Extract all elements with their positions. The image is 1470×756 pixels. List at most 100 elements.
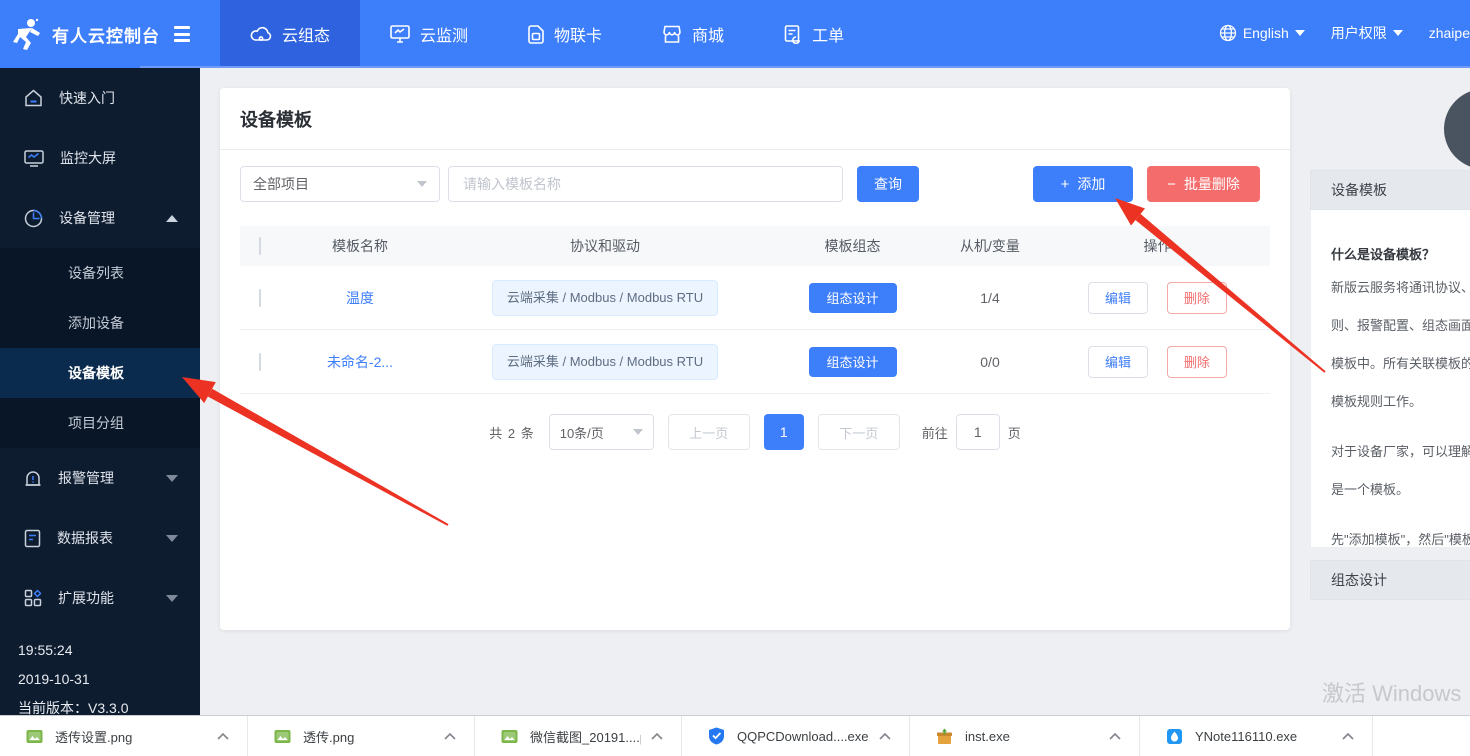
template-table: 模板名称 协议和驱动 模板组态 从机/变量 操作 温度 云端采集 / Modbu… (240, 226, 1270, 394)
template-name-search-input[interactable] (448, 166, 843, 202)
sidebar: 快速入门 监控大屏 设备管理 设备列表 添加设备 设备模板 项目分组 (0, 68, 200, 715)
floating-help-button[interactable] (1444, 89, 1470, 169)
chevron-up-icon[interactable] (879, 733, 891, 740)
help-text-line: 先"添加模板"，然后"模板组 (1331, 521, 1470, 559)
protocol-tag: 云端采集 / Modbus / Modbus RTU (492, 344, 718, 380)
big-screen-icon (24, 149, 44, 167)
plus-icon: + (1061, 177, 1070, 192)
storefront-icon (662, 25, 682, 43)
user-permission-label: 用户权限 (1331, 23, 1387, 43)
chevron-down-icon (633, 429, 643, 435)
help-text-line: 新版云服务将通讯协议、数 (1331, 269, 1470, 307)
config-design-button[interactable]: 组态设计 (809, 283, 897, 313)
tab-mall[interactable]: 商城 (632, 0, 754, 68)
edit-button[interactable]: 编辑 (1088, 346, 1148, 378)
tab-work-order[interactable]: 工单 (754, 0, 874, 68)
divider (220, 149, 1290, 150)
username[interactable]: zhaipe (1429, 25, 1470, 41)
download-item[interactable]: 微信截图_20191....png (475, 716, 682, 756)
sidebar-item-label: 报警管理 (58, 468, 114, 488)
protocol-tag: 云端采集 / Modbus / Modbus RTU (492, 280, 718, 316)
download-item[interactable]: QQPCDownload....exe (682, 716, 910, 756)
chevron-down-icon (166, 535, 178, 542)
language-label: English (1243, 25, 1289, 41)
search-button[interactable]: 查询 (857, 166, 919, 202)
sidebar-item-alarm-management[interactable]: 报警管理 (0, 448, 200, 508)
sidebar-item-add-device[interactable]: 添加设备 (0, 298, 200, 348)
row-checkbox[interactable] (259, 353, 261, 371)
chevron-down-icon (417, 181, 427, 187)
tab-label: 云监测 (420, 22, 468, 46)
tab-label: 物联卡 (554, 22, 602, 46)
chevron-down-icon (166, 595, 178, 602)
home-icon (24, 89, 43, 107)
sidebar-clock: 19:55:24 2019-10-31 当前版本：V3.3.0 (0, 628, 200, 723)
col-operation: 操作 (1045, 236, 1270, 256)
project-select[interactable]: 全部项目 (240, 166, 440, 202)
sidebar-item-quick-start[interactable]: 快速入门 (0, 68, 200, 128)
grid-apps-icon (24, 589, 42, 607)
user-permission-dropdown[interactable]: 用户权限 (1331, 23, 1403, 43)
work-order-icon (784, 25, 802, 44)
template-name-link[interactable]: 温度 (346, 290, 374, 306)
sidebar-item-extensions[interactable]: 扩展功能 (0, 568, 200, 628)
download-item[interactable]: inst.exe (910, 716, 1140, 756)
prev-page-button[interactable]: 上一页 (668, 414, 750, 450)
sidebar-item-data-report[interactable]: 数据报表 (0, 508, 200, 568)
chevron-down-icon (1393, 30, 1403, 36)
delete-button[interactable]: 删除 (1167, 282, 1227, 314)
tab-label: 工单 (812, 22, 844, 46)
help-panel-body: 什么是设备模板？ 新版云服务将通讯协议、数 则、报警配置、组态画面设 模板中。所… (1310, 210, 1470, 548)
content-card: 设备模板 全部项目 查询 + 添加 − 批量删除 模板名称 协议和驱动 模板组态… (220, 88, 1290, 630)
clock-date: 2019-10-31 (18, 665, 200, 694)
help-panel-config-section[interactable]: 组态设计 (1310, 560, 1470, 600)
delete-button[interactable]: 删除 (1167, 346, 1227, 378)
shield-exe-icon (708, 727, 725, 745)
table-header-row: 模板名称 协议和驱动 模板组态 从机/变量 操作 (240, 226, 1270, 266)
chevron-up-icon[interactable] (444, 733, 456, 740)
page-size-select[interactable]: 10条/页 (549, 414, 654, 450)
chevron-up-icon (166, 215, 178, 222)
chevron-up-icon[interactable] (1109, 733, 1121, 740)
download-item[interactable]: 透传.png (248, 716, 475, 756)
note-exe-icon (1166, 728, 1183, 745)
next-page-button[interactable]: 下一页 (818, 414, 900, 450)
download-item[interactable]: 透传设置.png (0, 716, 248, 756)
hamburger-menu-icon[interactable] (174, 26, 190, 42)
pagination: 共 2 条 10条/页 上一页 1 下一页 前往 页 (220, 414, 1290, 450)
alarm-bell-icon (24, 469, 42, 488)
add-button[interactable]: + 添加 (1033, 166, 1133, 202)
edit-button[interactable]: 编辑 (1088, 282, 1148, 314)
row-checkbox[interactable] (259, 289, 261, 307)
sidebar-item-device-template[interactable]: 设备模板 (0, 348, 200, 398)
download-item[interactable]: YNote116110.exe (1140, 716, 1373, 756)
language-dropdown[interactable]: English (1219, 24, 1305, 42)
chevron-up-icon[interactable] (651, 733, 663, 740)
col-template-name: 模板名称 (280, 236, 440, 256)
globe-icon (1219, 24, 1237, 42)
chevron-down-icon (1295, 30, 1305, 36)
sidebar-item-project-group[interactable]: 项目分组 (0, 398, 200, 448)
help-text-line: 对于设备厂家，可以理解为 (1331, 433, 1470, 471)
tab-cloud-monitor[interactable]: 云监测 (360, 0, 498, 68)
sidebar-item-label: 扩展功能 (58, 588, 114, 608)
chevron-up-icon[interactable] (1342, 733, 1354, 740)
col-protocol-driver: 协议和驱动 (440, 236, 770, 256)
sidebar-item-device-list[interactable]: 设备列表 (0, 248, 200, 298)
goto-page-input[interactable] (956, 414, 1000, 450)
select-all-checkbox[interactable] (259, 237, 261, 255)
tab-cloud-scada[interactable]: 云组态 (220, 0, 360, 68)
sidebar-item-device-management[interactable]: 设备管理 (0, 188, 200, 248)
config-design-button[interactable]: 组态设计 (809, 347, 897, 377)
col-slave-variable: 从机/变量 (935, 236, 1045, 256)
batch-delete-button[interactable]: − 批量删除 (1147, 166, 1260, 202)
page-number-1[interactable]: 1 (764, 414, 804, 450)
downloads-bar: 透传设置.png 透传.png 微信截图_20191....png QQPCDo… (0, 715, 1470, 756)
tab-iot-card[interactable]: 物联卡 (498, 0, 632, 68)
template-name-link[interactable]: 未命名-2... (327, 354, 393, 370)
clock-time: 19:55:24 (18, 636, 200, 665)
sidebar-item-monitor-screen[interactable]: 监控大屏 (0, 128, 200, 188)
help-text-line: 模板规则工作。 (1331, 383, 1470, 421)
chevron-up-icon[interactable] (217, 733, 229, 740)
sidebar-item-label: 设备管理 (59, 208, 115, 228)
